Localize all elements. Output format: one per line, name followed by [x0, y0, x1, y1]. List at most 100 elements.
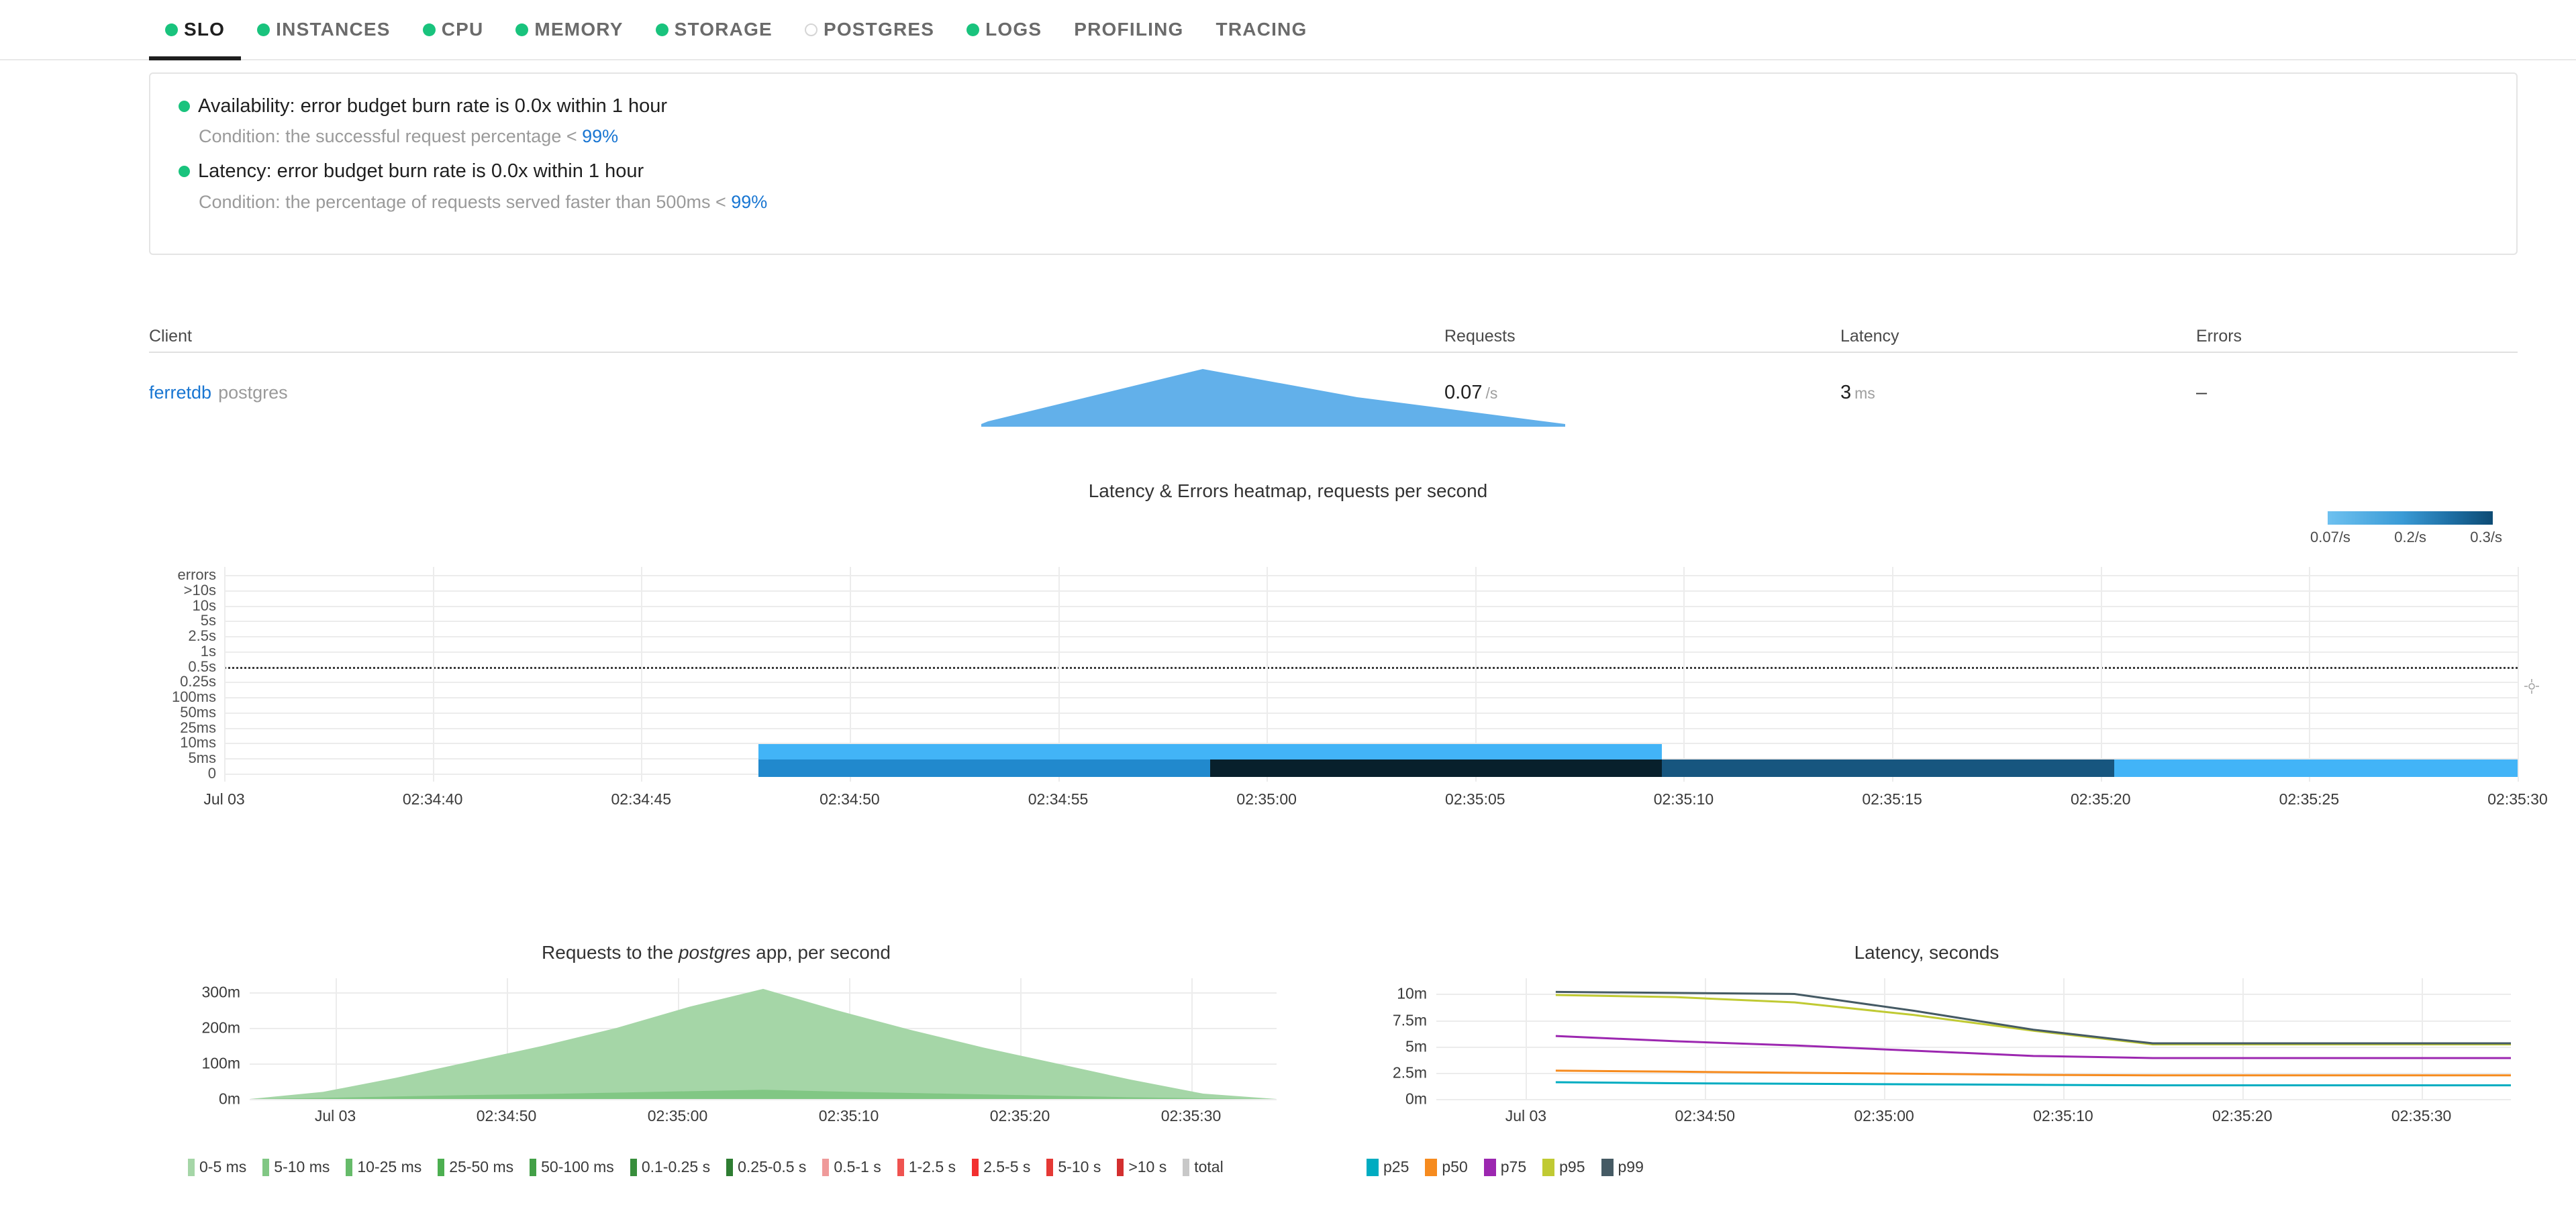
line-series — [1556, 995, 2511, 1045]
tab-label: CPU — [442, 19, 484, 40]
legend-swatch — [630, 1159, 637, 1176]
tab-label: TRACING — [1216, 19, 1307, 40]
legend-item[interactable]: p50 — [1425, 1158, 1467, 1176]
heatmap-plot-area[interactable] — [224, 567, 2518, 782]
legend-item[interactable]: 0.5-1 s — [822, 1158, 881, 1176]
chart-gridline — [250, 1099, 1277, 1100]
legend-item[interactable]: 0.1-0.25 s — [630, 1158, 710, 1176]
heatmap-title: Latency & Errors heatmap, requests per s… — [0, 480, 2576, 502]
chart-y-tick: 0m — [1336, 1090, 1427, 1108]
client-subtitle: postgres — [218, 382, 288, 403]
requests-chart-title-suffix: app, per second — [756, 942, 891, 963]
tab-label: STORAGE — [675, 19, 773, 40]
chart-x-tick: 02:34:50 — [1675, 1107, 1735, 1125]
slo-item-latency: Latency: error budget burn rate is 0.0x … — [179, 159, 2489, 212]
tab-profiling[interactable]: PROFILING — [1058, 0, 1199, 59]
heatmap-cell[interactable] — [2114, 759, 2518, 777]
tab-memory[interactable]: MEMORY — [499, 0, 639, 59]
heatmap-gridline — [224, 697, 2518, 698]
heatmap-vgridline — [1683, 567, 1685, 782]
chart-y-tick: 300m — [149, 984, 240, 1002]
requests-chart-legend: 0-5 ms 5-10 ms 10-25 ms 25-50 ms 50-100 ms 0.… — [149, 1158, 1283, 1176]
tab-postgres[interactable]: POSTGRES — [789, 0, 950, 59]
legend-item[interactable]: 2.5-5 s — [972, 1158, 1030, 1176]
legend-swatch — [346, 1159, 352, 1176]
chart-gridline — [1436, 1099, 2511, 1100]
legend-item[interactable]: 50-100 ms — [530, 1158, 614, 1176]
slo-latency-threshold[interactable]: 99% — [731, 192, 767, 212]
legend-item[interactable]: p75 — [1484, 1158, 1526, 1176]
latency-chart-title: Latency, seconds — [1336, 942, 2518, 963]
slo-latency-title: Latency: error budget burn rate is 0.0x … — [198, 159, 644, 183]
tab-slo[interactable]: SLO — [149, 0, 241, 59]
latency-errors-heatmap[interactable]: errors>10s10s5s2.5s1s0.5s0.25s100ms50ms2… — [149, 567, 2518, 782]
legend-swatch — [1601, 1159, 1614, 1176]
chart-x-tick: 02:35:00 — [648, 1107, 708, 1125]
tab-instances[interactable]: INSTANCES — [241, 0, 407, 59]
legend-swatch — [1484, 1159, 1496, 1176]
legend-swatch — [1367, 1159, 1379, 1176]
legend-label: p95 — [1559, 1158, 1585, 1176]
slo-availability-threshold[interactable]: 99% — [582, 126, 618, 146]
tab-storage[interactable]: STORAGE — [640, 0, 789, 59]
heatmap-gridline — [224, 713, 2518, 714]
tab-tracing[interactable]: TRACING — [1200, 0, 1324, 59]
chart-y-tick: 7.5m — [1336, 1011, 1427, 1029]
legend-swatch — [530, 1159, 536, 1176]
requests-plot[interactable]: 0m100m200m300mJul 0302:34:5002:35:0002:3… — [149, 978, 1283, 1129]
legend-item[interactable]: total — [1183, 1158, 1223, 1176]
legend-item[interactable]: p99 — [1601, 1158, 1644, 1176]
chart-y-tick: 5m — [1336, 1037, 1427, 1055]
slo-page: SLO INSTANCES CPU MEMORY STORAGE POSTGRESLOGS… — [0, 0, 2576, 1205]
heatmap-x-tick: 02:34:40 — [403, 790, 463, 808]
tab-status-dot-icon — [515, 23, 528, 36]
column-header-client: Client — [149, 327, 1444, 352]
heatmap-color-legend: 0.07/s 0.2/s 0.3/s — [2328, 511, 2493, 546]
chart-x-tick: Jul 03 — [315, 1107, 356, 1125]
heatmap-gridline — [224, 667, 2518, 669]
requests-chart-title: Requests to the postgres app, per second — [149, 942, 1283, 963]
legend-item[interactable]: 5-10 s — [1046, 1158, 1101, 1176]
requests-chart-panel: Requests to the postgres app, per second… — [149, 942, 1283, 1176]
chart-y-tick: 10m — [1336, 985, 1427, 1003]
legend-item[interactable]: 10-25 ms — [346, 1158, 422, 1176]
heatmap-cell[interactable] — [1210, 759, 1662, 777]
heatmap-gridline — [224, 606, 2518, 607]
tab-label: SLO — [184, 19, 225, 40]
heatmap-gridline — [224, 636, 2518, 637]
legend-label: 10-25 ms — [357, 1158, 422, 1176]
legend-swatch — [972, 1159, 979, 1176]
tab-logs[interactable]: LOGS — [950, 0, 1058, 59]
legend-item[interactable]: 0-5 ms — [188, 1158, 246, 1176]
legend-item[interactable]: 1-2.5 s — [897, 1158, 956, 1176]
heatmap-x-tick: 02:34:55 — [1028, 790, 1089, 808]
legend-label: 1-2.5 s — [909, 1158, 956, 1176]
area-series-group — [250, 978, 1277, 1099]
heatmap-vgridline — [1892, 567, 1893, 782]
legend-item[interactable]: >10 s — [1117, 1158, 1167, 1176]
heatmap-x-tick: 02:35:00 — [1236, 790, 1297, 808]
heatmap-cell[interactable] — [758, 759, 1210, 777]
heatmap-cell[interactable] — [1662, 759, 2114, 777]
column-header-latency: Latency — [1840, 327, 2196, 352]
heatmap-x-tick: 02:34:45 — [611, 790, 672, 808]
legend-item[interactable]: p95 — [1542, 1158, 1585, 1176]
legend-item[interactable]: p25 — [1367, 1158, 1409, 1176]
heatmap-vgridline — [641, 567, 642, 782]
tab-cpu[interactable]: CPU — [407, 0, 500, 59]
chart-x-tick: 02:35:20 — [2212, 1107, 2273, 1125]
legend-item[interactable]: 5-10 ms — [262, 1158, 330, 1176]
heatmap-legend-labels: 0.07/s 0.2/s 0.3/s — [2328, 529, 2493, 546]
legend-label: 2.5-5 s — [983, 1158, 1030, 1176]
heatmap-gridline — [224, 621, 2518, 622]
legend-item[interactable]: 0.25-0.5 s — [726, 1158, 806, 1176]
legend-swatch — [1117, 1159, 1124, 1176]
tab-label: PROFILING — [1074, 19, 1183, 40]
chart-x-tick: Jul 03 — [1505, 1107, 1546, 1125]
client-link-ferretdb[interactable]: ferretdb — [149, 382, 211, 403]
legend-item[interactable]: 25-50 ms — [438, 1158, 513, 1176]
latency-plot[interactable]: 0m2.5m5m7.5m10mJul 0302:34:5002:35:0002:… — [1336, 978, 2518, 1129]
chart-x-tick: 02:35:10 — [2033, 1107, 2093, 1125]
table-row[interactable]: ferretdbpostgres 0.07/s 3ms – — [149, 353, 2518, 432]
chart-y-tick: 200m — [149, 1019, 240, 1037]
